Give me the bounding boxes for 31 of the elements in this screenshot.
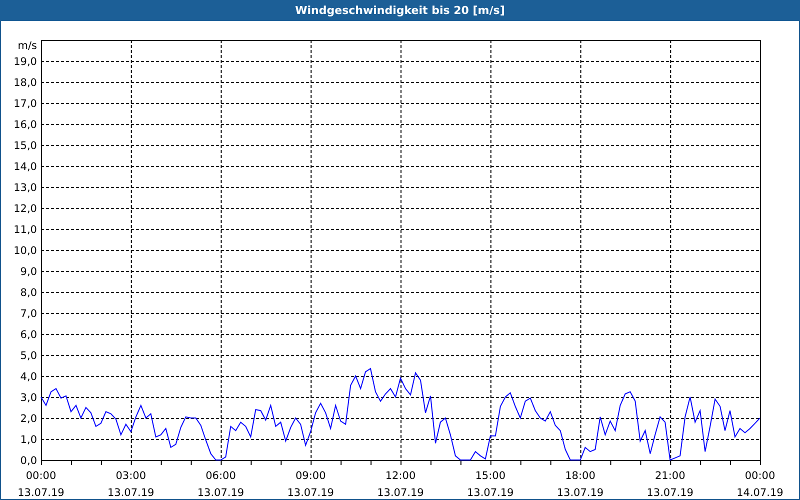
axis-label: 00:00 14.07.19 xyxy=(736,470,784,499)
axis-label: 6,0 xyxy=(20,329,37,341)
axis-label: 18:00 13.07.19 xyxy=(556,470,604,499)
window-title: Windgeschwindigkeit bis 20 [m/s] xyxy=(0,0,800,21)
axis-label: 0,0 xyxy=(20,455,37,467)
axis-label: 12,0 xyxy=(14,203,37,215)
axis-label: 10,0 xyxy=(14,245,37,257)
axis-label: 00:00 13.07.19 xyxy=(18,470,64,499)
axis-label: 4,0 xyxy=(20,371,37,383)
axis-label: 16,0 xyxy=(14,119,37,131)
axis-label: 5,0 xyxy=(20,350,37,362)
axis-label: 14,0 xyxy=(14,161,37,173)
axis-label: 2,0 xyxy=(20,413,37,425)
axis-label: 12:00 13.07.19 xyxy=(377,470,424,499)
axis-label: 21:00 13.07.19 xyxy=(646,470,694,499)
axis-label: 03:00 13.07.19 xyxy=(108,470,154,499)
axis-label: 3,0 xyxy=(20,392,37,404)
axis-label: 9,0 xyxy=(20,266,37,278)
axis-label: 06:00 13.07.19 xyxy=(197,470,244,499)
axis-label: 1,0 xyxy=(20,434,37,446)
axis-label: 8,0 xyxy=(20,287,37,299)
axis-title: m/s xyxy=(18,40,37,52)
axis-label: 19,0 xyxy=(14,56,37,68)
axis-label: 15,0 xyxy=(14,140,37,152)
axis-label: 7,0 xyxy=(20,308,37,320)
axis-label: 13,0 xyxy=(14,182,37,194)
axis-label: 15:00 13.07.19 xyxy=(467,470,514,499)
axis-label: 11,0 xyxy=(14,224,37,236)
axis-label: 17,0 xyxy=(14,98,37,110)
axis-label: 18,0 xyxy=(14,77,37,89)
axis-label: 09:00 13.07.19 xyxy=(287,470,334,499)
